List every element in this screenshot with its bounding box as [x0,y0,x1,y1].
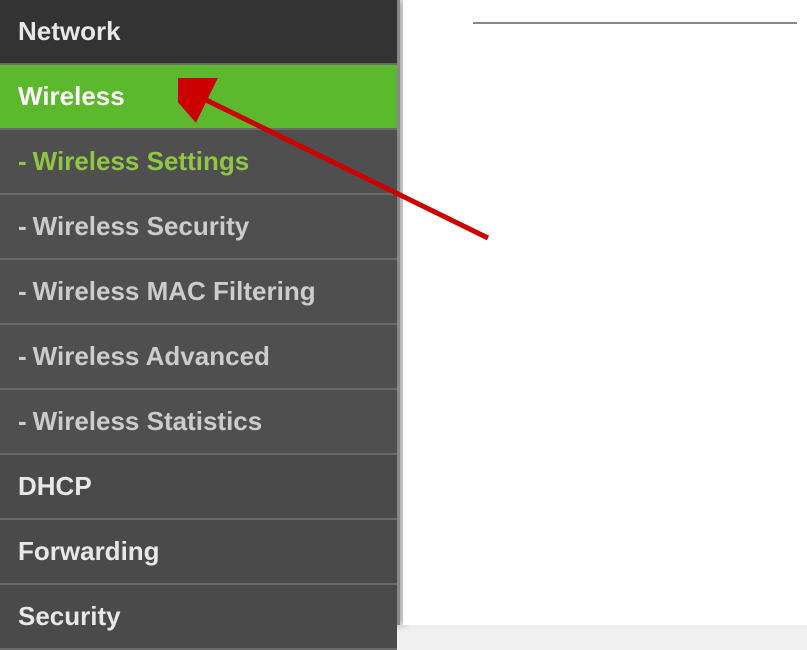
nav-label: Wireless Settings [33,146,250,176]
sub-prefix: - [18,276,27,306]
nav-label: Wireless Advanced [33,341,270,371]
nav-subitem-wireless-mac-filtering[interactable]: -Wireless MAC Filtering [0,260,397,325]
nav-item-security[interactable]: Security [0,585,397,650]
nav-subitem-wireless-security[interactable]: -Wireless Security [0,195,397,260]
content-area [403,0,807,625]
sub-prefix: - [18,406,27,436]
nav-item-dhcp[interactable]: DHCP [0,455,397,520]
nav-subitem-wireless-settings[interactable]: -Wireless Settings [0,130,397,195]
nav-item-network[interactable]: Network [0,0,397,65]
nav-item-wireless[interactable]: Wireless [0,65,397,130]
sub-prefix: - [18,211,27,241]
nav-label: Network [18,16,121,46]
nav-subitem-wireless-advanced[interactable]: -Wireless Advanced [0,325,397,390]
content-divider [473,22,797,24]
nav-subitem-wireless-statistics[interactable]: -Wireless Statistics [0,390,397,455]
nav-label: Wireless [18,81,125,111]
nav-label: Wireless Statistics [33,406,263,436]
sidebar-nav: Network Wireless -Wireless Settings -Wir… [0,0,400,625]
nav-label: DHCP [18,471,92,501]
sub-prefix: - [18,341,27,371]
nav-item-forwarding[interactable]: Forwarding [0,520,397,585]
nav-label: Forwarding [18,536,160,566]
nav-label: Wireless MAC Filtering [33,276,316,306]
sub-prefix: - [18,146,27,176]
nav-label: Wireless Security [33,211,250,241]
nav-label: Security [18,601,121,631]
